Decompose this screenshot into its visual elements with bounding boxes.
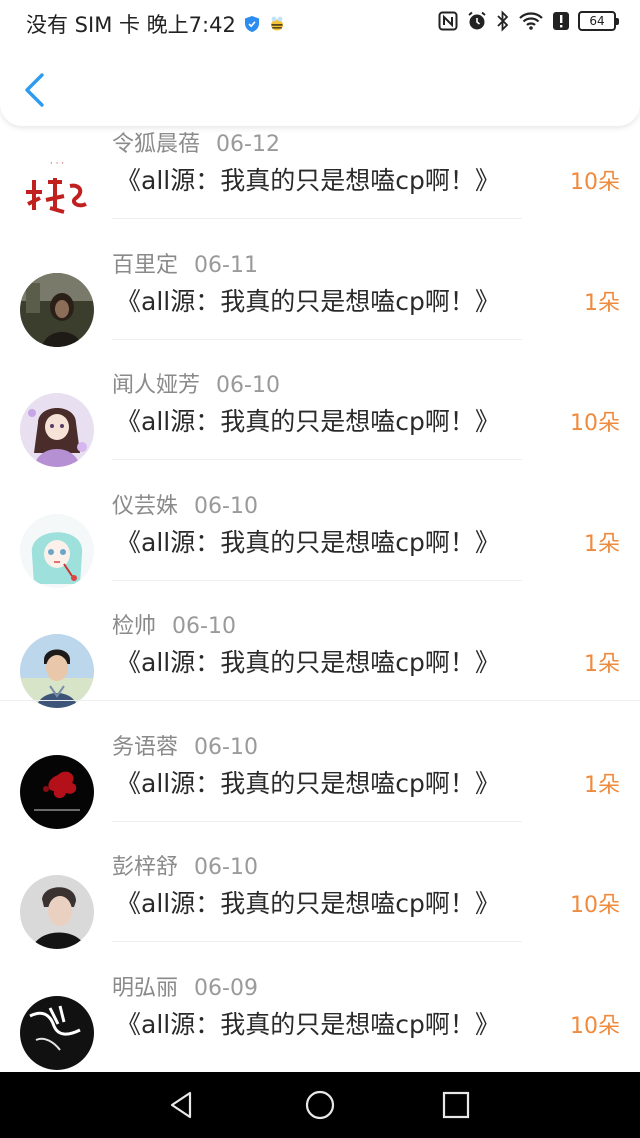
work-title: 《all源：我真的只是想嗑cp啊！》 <box>116 166 500 195</box>
user-name: 彭梓舒 <box>112 855 179 880</box>
divider <box>112 459 522 460</box>
status-left: 没有 SIM 卡 晚上7:42 <box>26 9 286 39</box>
divider <box>112 218 522 219</box>
date: 06-10 <box>172 614 236 639</box>
work-title: 《all源：我真的只是想嗑cp啊！》 <box>116 527 500 557</box>
alert-icon <box>553 12 569 30</box>
triangle-back-icon[interactable] <box>166 1089 198 1121</box>
date: 06-10 <box>194 734 258 760</box>
alarm-icon <box>468 11 486 30</box>
user-name: 闻人娅芳 <box>112 373 201 398</box>
status-text: 没有 SIM 卡 晚上7:42 <box>26 13 236 37</box>
list-item[interactable]: 务语蓉 06-10 《all源：我真的只是想嗑cp啊！》 1朵 <box>0 723 640 844</box>
anime-teal-avatar[interactable] <box>20 513 94 588</box>
list-item[interactable]: 检帅 06-10 《all源：我真的只是想嗑cp啊！》 1朵 <box>0 602 640 723</box>
list-item[interactable]: 彭梓舒 06-10 《all源：我真的只是想嗑cp啊！》 10朵 <box>0 843 640 964</box>
flower-amount: 1朵 <box>584 290 620 316</box>
work-title: 《all源：我真的只是想嗑cp啊！》 <box>116 768 500 798</box>
circle-home-icon[interactable] <box>304 1089 336 1121</box>
top-header: 没有 SIM 卡 晚上7:42 64 <box>0 0 640 126</box>
list-item[interactable]: 明弘丽 06-09 《all源：我真的只是想嗑cp啊！》 10朵 <box>0 964 640 1085</box>
flower-amount: 10朵 <box>570 1013 620 1039</box>
date: 06-12 <box>216 132 280 157</box>
battery-level: 64 <box>589 14 605 28</box>
date: 06-11 <box>194 252 258 278</box>
divider <box>112 579 522 581</box>
list-item[interactable]: · · · 令狐晨蓓 06-12 《all源：我真的只是想嗑cp啊！》 10朵 <box>0 120 640 241</box>
user-name: 令狐晨蓓 <box>112 132 201 157</box>
date: 06-10 <box>216 373 280 398</box>
work-title: 《all源：我真的只是想嗑cp啊！》 <box>116 648 500 677</box>
svg-text:· · ·: · · · <box>50 159 64 169</box>
nfc-icon <box>438 11 458 31</box>
hand-sketch-avatar[interactable] <box>20 995 94 1070</box>
date: 06-10 <box>194 493 258 519</box>
gift-list: · · · 令狐晨蓓 06-12 《all源：我真的只是想嗑cp啊！》 10朵 <box>0 120 640 1084</box>
square-recent-icon[interactable] <box>440 1089 472 1121</box>
work-title: 《all源：我真的只是想嗑cp啊！》 <box>116 407 500 436</box>
red-flower-avatar[interactable] <box>20 754 94 829</box>
chevron-left-icon[interactable] <box>18 70 50 110</box>
list-item[interactable]: 闻人娅芳 06-10 《all源：我真的只是想嗑cp啊！》 10朵 <box>0 361 640 482</box>
flower-amount: 10朵 <box>570 893 620 918</box>
flower-amount: 10朵 <box>570 170 620 195</box>
date: 06-10 <box>194 855 258 880</box>
user-name: 百里定 <box>112 252 179 278</box>
shield-icon <box>244 16 259 32</box>
user-name: 仪芸姝 <box>112 493 179 519</box>
status-bar: 没有 SIM 卡 晚上7:42 64 <box>0 0 640 44</box>
work-title: 《all源：我真的只是想嗑cp啊！》 <box>116 286 500 316</box>
flower-amount: 1朵 <box>584 531 620 557</box>
work-title: 《all源：我真的只是想嗑cp啊！》 <box>116 1009 500 1039</box>
divider <box>112 820 522 822</box>
portrait-avatar[interactable] <box>20 272 94 347</box>
young-man-avatar[interactable] <box>20 634 94 708</box>
list-item[interactable]: 百里定 06-11 《all源：我真的只是想嗑cp啊！》 1朵 <box>0 241 640 362</box>
user-name: 明弘丽 <box>112 975 179 1001</box>
status-right: 64 <box>438 10 619 32</box>
battery-icon: 64 <box>578 11 619 31</box>
flower-amount: 1朵 <box>584 772 620 798</box>
date: 06-09 <box>194 975 258 1001</box>
wifi-icon <box>519 12 543 30</box>
list-item[interactable]: 仪芸姝 06-10 《all源：我真的只是想嗑cp啊！》 1朵 <box>0 482 640 603</box>
anime-girl-avatar[interactable] <box>20 393 94 467</box>
flower-amount: 1朵 <box>584 652 620 677</box>
flower-amount: 10朵 <box>570 411 620 436</box>
user-name: 检帅 <box>112 614 157 639</box>
bluetooth-icon <box>497 10 509 32</box>
system-nav-bar <box>0 1072 640 1138</box>
user-name: 务语蓉 <box>112 734 179 760</box>
man-portrait-avatar[interactable] <box>20 875 94 949</box>
divider <box>112 338 522 340</box>
work-title: 《all源：我真的只是想嗑cp啊！》 <box>116 889 500 918</box>
divider <box>112 941 522 942</box>
divider <box>0 700 640 701</box>
calligraphy-avatar[interactable]: · · · <box>20 152 94 226</box>
bee-icon <box>270 16 283 31</box>
